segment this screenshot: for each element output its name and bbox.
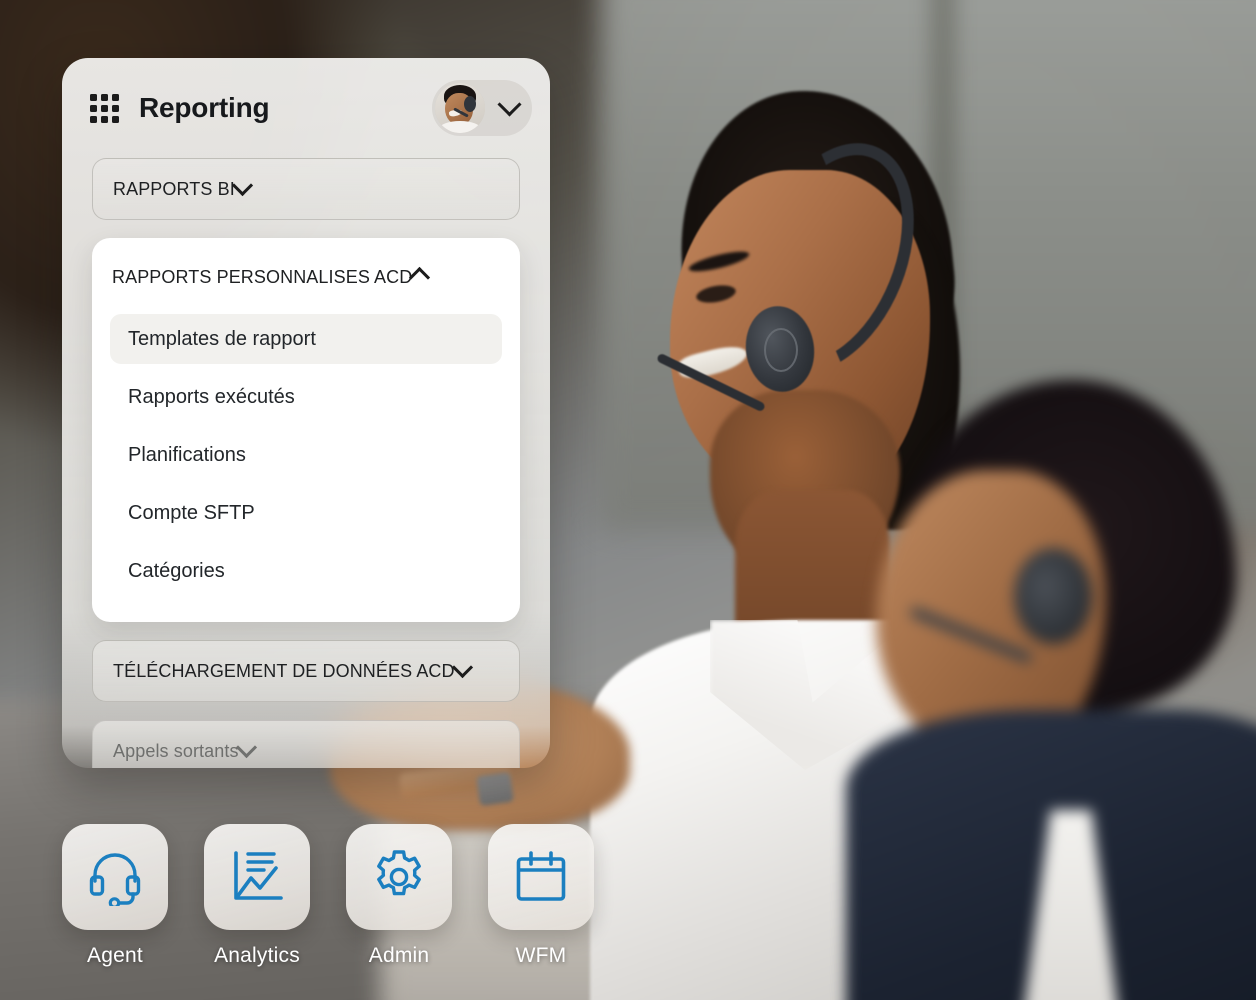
menu-item-rapports-executes[interactable]: Rapports exécutés [110,372,502,422]
menu-item-label: Templates de rapport [128,327,316,350]
nav-section-rapports-bi[interactable]: RAPPORTS BI [92,158,520,220]
panel-header: Reporting [62,58,550,158]
chevron-down-icon [451,656,473,680]
dock-app-agent[interactable]: Agent [62,824,168,968]
dock-app-analytics[interactable]: Analytics [204,824,310,968]
nav-section-label: TÉLÉCHARGEMENT DE DONNÉES ACD [113,660,455,681]
chevron-down-icon [231,174,253,198]
chevron-down-icon [235,736,257,760]
nav-section-rapports-personnalises-acd: RAPPORTS PERSONNALISES ACD Templates de … [92,238,520,622]
chart-report-icon [234,851,283,900]
screenshot-root: Reporting RAPPORTS BI RAPPORTS PERSONNAL… [0,0,1256,1000]
menu-item-label: Rapports exécutés [128,385,295,408]
menu-item-label: Planifications [128,443,246,466]
background-agent-secondary [846,380,1256,1000]
dock-tile[interactable] [62,824,168,930]
dock-tile[interactable] [204,824,310,930]
calendar-icon [516,851,566,901]
page-title: Reporting [139,92,270,123]
nav-section-telechargement-de-donnees-acd[interactable]: TÉLÉCHARGEMENT DE DONNÉES ACD [92,640,520,702]
menu-item-planifications[interactable]: Planifications [110,430,502,480]
nav-section-label: RAPPORTS PERSONNALISES ACD [112,266,413,287]
dock-app-label: WFM [515,944,567,967]
dock-tile[interactable] [346,824,452,930]
headset-icon [89,853,141,906]
dock-app-label: Agent [87,944,143,967]
menu-item-categories[interactable]: Catégories [110,546,502,596]
nav-section-appels-sortants[interactable]: Appels sortants [92,720,520,768]
dock-tile[interactable] [488,824,594,930]
dock-app-label: Admin [368,944,430,967]
profile-menu-button[interactable] [432,80,532,136]
app-dock: Agent Analytics Admin WFM [62,824,594,968]
nav-sections: RAPPORTS BI RAPPORTS PERSONNALISES ACD T… [62,158,550,768]
menu-item-templates-de-rapport[interactable]: Templates de rapport [110,314,502,364]
chevron-down-icon [497,92,522,117]
nav-section-header[interactable]: RAPPORTS PERSONNALISES ACD [110,248,502,306]
chevron-up-icon [409,264,431,290]
dock-app-label: Analytics [214,944,300,967]
dock-app-wfm[interactable]: WFM [488,824,594,968]
gear-icon [377,850,421,896]
dock-app-admin[interactable]: Admin [346,824,452,968]
avatar [435,83,485,133]
menu-item-compte-sftp[interactable]: Compte SFTP [110,488,502,538]
menu-item-label: Compte SFTP [128,501,255,524]
nav-section-label: Appels sortants [113,740,239,761]
grid-apps-icon[interactable] [90,93,119,123]
reporting-panel: Reporting RAPPORTS BI RAPPORTS PERSONNAL… [62,58,550,768]
menu-item-label: Catégories [128,559,225,582]
nav-section-label: RAPPORTS BI [113,178,235,199]
